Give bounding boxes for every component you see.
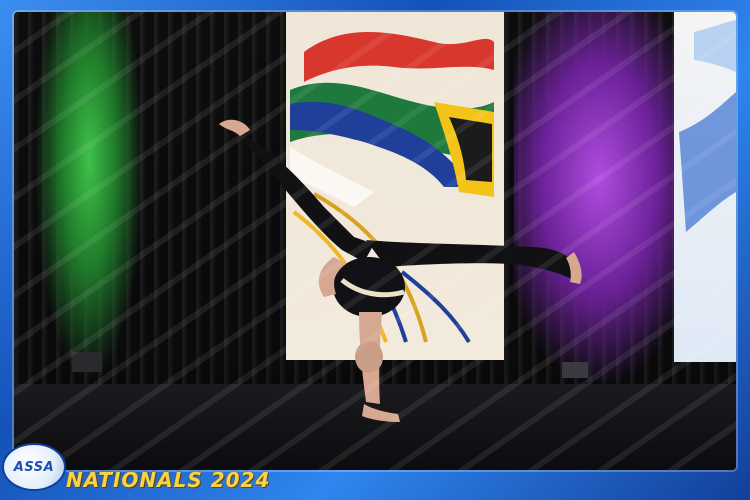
assa-logo: ASSA (4, 445, 64, 489)
assa-logo-text: ASSA (13, 459, 55, 475)
stage-monitor (562, 362, 588, 378)
stage-light (72, 352, 102, 372)
scene-drawing (72, 20, 736, 422)
south-africa-flag (290, 32, 494, 207)
stage-photo (14, 12, 736, 470)
side-banner-motif (679, 20, 736, 232)
dancer-figure (219, 119, 582, 422)
event-title: NATIONALS 2024 (66, 468, 271, 492)
